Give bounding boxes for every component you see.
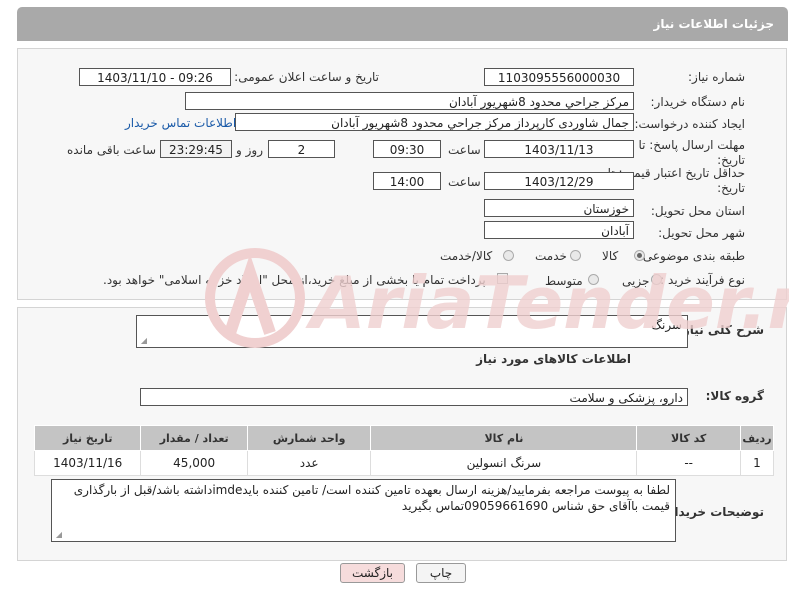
remaining-time-label: ساعت باقی مانده xyxy=(67,143,157,157)
buyer-notes-text: لطفا به پیوست مراجعه بفرمایید/هزینه ارسا… xyxy=(73,483,670,513)
process-option-minor: جزیی xyxy=(622,274,650,288)
back-button[interactable]: بازگشت xyxy=(340,563,405,583)
category-label: طبقه بندی موضوعی: xyxy=(638,249,745,263)
category-radio-goods[interactable] xyxy=(634,250,645,261)
process-label: نوع فرآیند خرید : xyxy=(660,273,745,287)
cell-item-name: سرنگ انسولین xyxy=(370,450,638,476)
category-option-goods-service: کالا/خدمت xyxy=(440,249,493,263)
days-field[interactable]: 2 xyxy=(268,140,335,158)
cell-row-number: 1 xyxy=(739,450,775,476)
buyer-field[interactable]: مرکز جراحي محدود 8شهريور آبادان xyxy=(185,92,634,110)
deadline-time-label: ساعت xyxy=(448,143,481,157)
days-label: روز و xyxy=(236,143,263,157)
buyer-contact-link[interactable]: اطلاعات تماس خریدار xyxy=(125,116,236,130)
buyer-label: نام دستگاه خریدار: xyxy=(650,95,746,109)
category-radio-service[interactable] xyxy=(570,250,581,261)
validity-date-field[interactable]: 1403/12/29 xyxy=(484,172,634,190)
creator-field[interactable]: جمال شاوردی کارپرداز مرکز جراحي محدود 8ش… xyxy=(235,113,634,131)
goods-table: ردیف کد کالا نام کالا واحد شمارش تعداد /… xyxy=(33,425,775,476)
goods-info-heading: اطلاعات کالاهای مورد نیاز xyxy=(476,352,631,366)
goods-group-label: گروه کالا: xyxy=(705,389,764,403)
remaining-time-field: 23:29:45 xyxy=(160,140,232,158)
col-header-row-number: ردیف xyxy=(739,425,775,451)
process-radio-minor[interactable] xyxy=(651,274,662,285)
province-field[interactable]: خوزستان xyxy=(484,199,634,217)
col-header-item-name: نام کالا xyxy=(370,425,638,451)
city-field[interactable]: آبادان xyxy=(484,221,634,239)
validity-time-field[interactable]: 14:00 xyxy=(373,172,441,190)
col-header-need-date: تاریخ نیاز xyxy=(33,425,142,451)
resize-grip-icon[interactable]: ◢ xyxy=(139,337,147,345)
deadline-date-field[interactable]: 1403/11/13 xyxy=(484,140,634,158)
city-label: شهر محل تحویل: xyxy=(658,226,745,240)
goods-table-header-row: ردیف کد کالا نام کالا واحد شمارش تعداد /… xyxy=(33,425,775,451)
need-description-text: سرنگ xyxy=(651,318,682,332)
col-header-quantity: تعداد / مقدار xyxy=(140,425,248,451)
announce-datetime-field[interactable]: 1403/11/10 - 09:26 xyxy=(79,68,231,86)
need-description-label: شرح کلی نیاز: xyxy=(678,323,764,337)
need-number-field[interactable]: 1103095556000030 xyxy=(484,68,634,86)
table-row[interactable]: 1 -- سرنگ انسولین عدد 45,000 1403/11/16 xyxy=(33,450,775,476)
cell-need-date: 1403/11/16 xyxy=(33,450,142,476)
treasury-payment-note: پرداخت تمام یا بخشی از مبلغ خرید،از محل … xyxy=(103,273,486,287)
print-button[interactable]: چاپ xyxy=(416,563,466,583)
deadline-label: مهلت ارسال پاسخ: تا تاریخ: xyxy=(638,138,745,167)
process-radio-medium[interactable] xyxy=(588,274,599,285)
cell-unit: عدد xyxy=(246,450,372,476)
resize-grip-icon[interactable]: ◢ xyxy=(54,531,62,539)
page-header: جزئیات اطلاعات نیاز xyxy=(17,7,788,41)
province-label: استان محل تحویل: xyxy=(650,204,745,218)
cell-item-code: -- xyxy=(636,450,741,476)
treasury-payment-checkbox[interactable] xyxy=(497,273,508,284)
process-option-medium: متوسط xyxy=(545,274,583,288)
col-header-item-code: کد کالا xyxy=(636,425,741,451)
need-description-field[interactable]: سرنگ ◢ xyxy=(136,315,688,348)
need-number-label: شماره نیاز: xyxy=(688,70,745,84)
col-header-unit: واحد شمارش xyxy=(246,425,372,451)
creator-label: ایجاد کننده درخواست: xyxy=(634,117,745,131)
category-radio-goods-service[interactable] xyxy=(503,250,514,261)
category-option-service: خدمت xyxy=(535,249,567,263)
validity-time-label: ساعت xyxy=(448,175,481,189)
buyer-notes-label: توضیحات خریدار: xyxy=(662,505,764,519)
deadline-time-field[interactable]: 09:30 xyxy=(373,140,441,158)
announce-datetime-label: تاریخ و ساعت اعلان عمومی: xyxy=(234,70,379,84)
category-option-goods: کالا xyxy=(602,249,619,263)
cell-quantity: 45,000 xyxy=(140,450,248,476)
goods-group-field[interactable]: دارو، پزشکی و سلامت xyxy=(140,388,688,406)
page-title: جزئیات اطلاعات نیاز xyxy=(653,17,774,31)
buyer-notes-field[interactable]: لطفا به پیوست مراجعه بفرمایید/هزینه ارسا… xyxy=(51,479,676,542)
